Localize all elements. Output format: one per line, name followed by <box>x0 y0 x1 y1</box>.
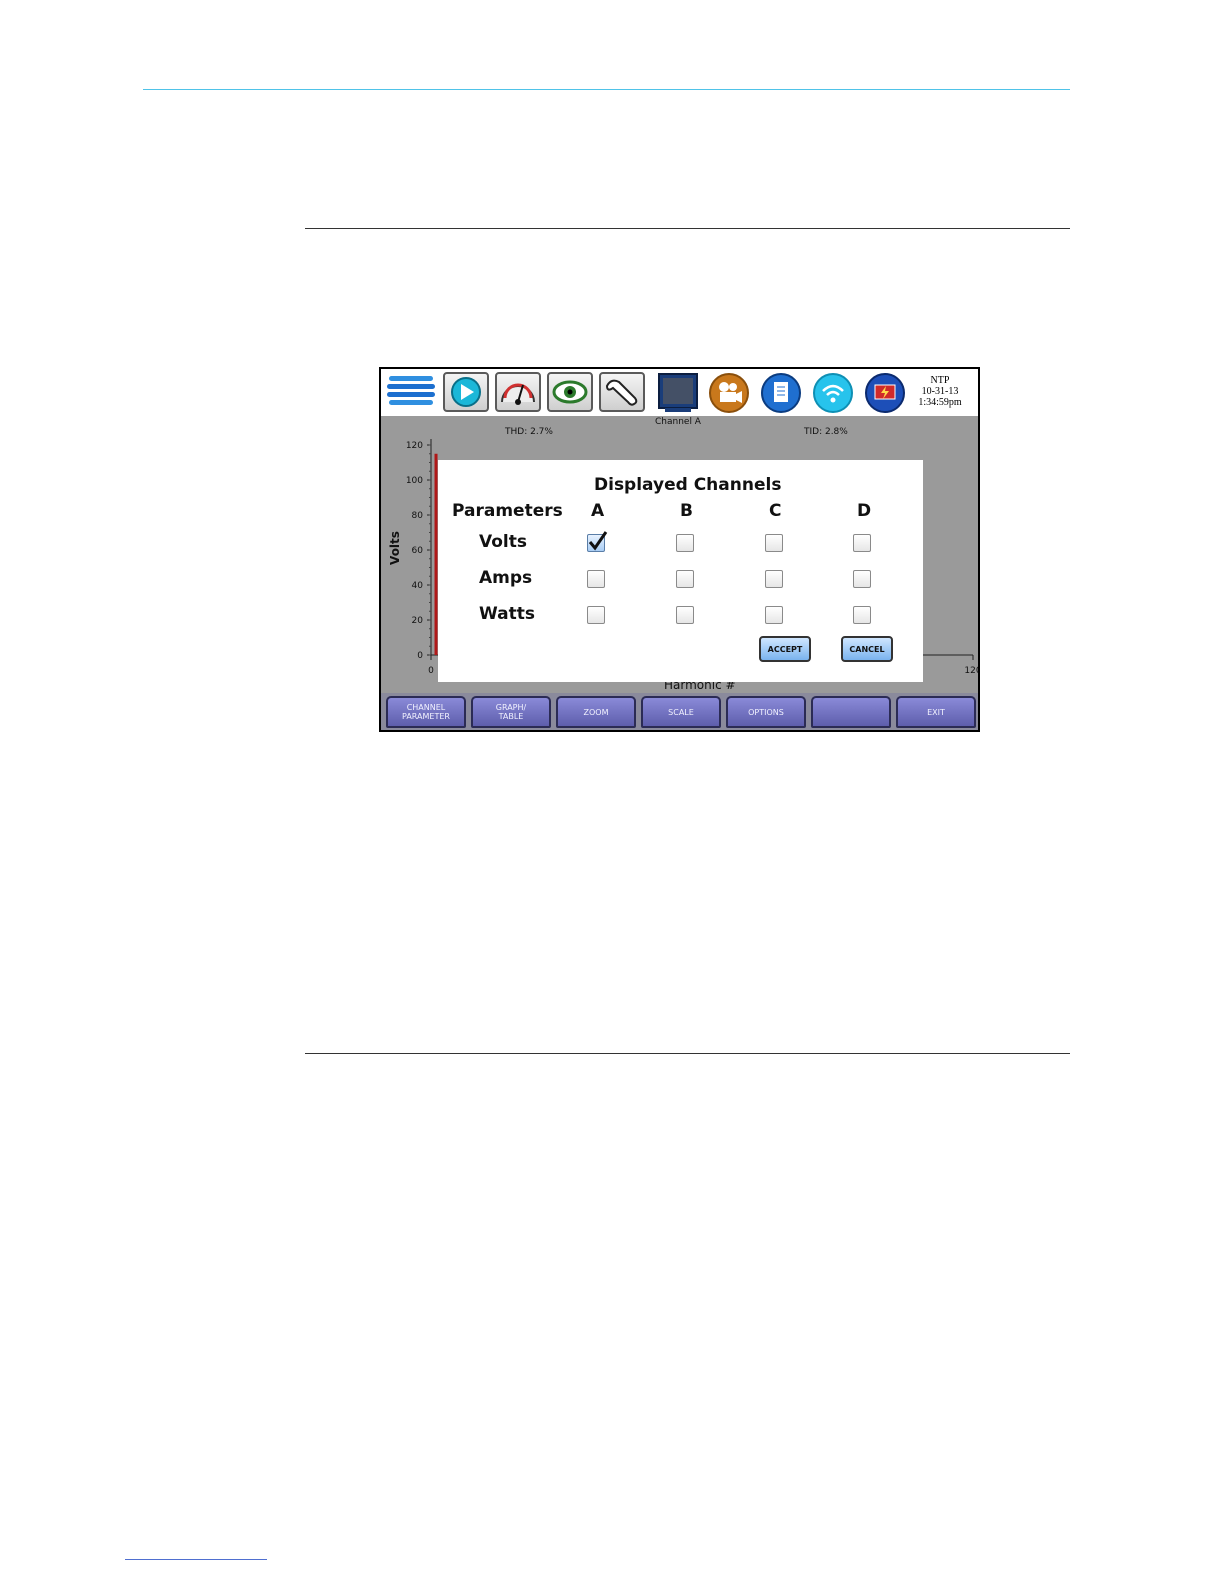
scale-button[interactable]: SCALE <box>641 696 721 728</box>
checkmark-icon <box>588 531 608 551</box>
checkbox-volts-b[interactable] <box>676 534 694 552</box>
softkey-bar: CHANNEL PARAMETER GRAPH/ TABLE ZOOM SCALE OP… <box>381 693 978 730</box>
channel-parameter-button[interactable]: CHANNEL PARAMETER <box>386 696 466 728</box>
exit-button[interactable]: EXIT <box>896 696 976 728</box>
checkbox-amps-a[interactable] <box>587 570 605 588</box>
row-label-amps: Amps <box>479 568 533 588</box>
y-tick-label: 80 <box>412 511 424 521</box>
checkbox-volts-a[interactable] <box>587 531 608 552</box>
options-button[interactable]: OPTIONS <box>726 696 806 728</box>
y-tick-label: 0 <box>417 651 423 661</box>
blank-softkey-button[interactable] <box>811 696 891 728</box>
y-tick-label: 100 <box>406 476 423 486</box>
parameters-header: Parameters <box>452 501 563 521</box>
section-rule-bottom <box>305 1053 1070 1054</box>
column-header-c: C <box>769 501 782 521</box>
accept-button[interactable]: ACCEPT <box>759 636 811 662</box>
checkbox-watts-c[interactable] <box>765 606 783 624</box>
y-tick-label: 120 <box>406 441 423 451</box>
header-rule <box>143 89 1070 90</box>
x-tick-label: 0 <box>428 666 434 676</box>
checkbox-watts-d[interactable] <box>853 606 871 624</box>
y-tick-label: 40 <box>412 581 424 591</box>
row-label-volts: Volts <box>479 532 527 552</box>
graph-table-button[interactable]: GRAPH/ TABLE <box>471 696 551 728</box>
displayed-channels-dialog: Displayed Channels Parameters A B C D Volts… <box>438 460 923 682</box>
y-tick-label: 20 <box>412 616 424 626</box>
column-header-a: A <box>591 501 605 521</box>
checkbox-amps-b[interactable] <box>676 570 694 588</box>
checkbox-volts-d[interactable] <box>853 534 871 552</box>
cancel-button[interactable]: CANCEL <box>841 636 893 662</box>
device-screen: NTP 10-31-13 1:34:59pm Channel A THD: 2.… <box>379 367 980 732</box>
column-header-b: B <box>680 501 693 521</box>
y-axis-label: Volts <box>387 531 402 565</box>
dialog-title: Displayed Channels <box>594 475 782 495</box>
checkbox-amps-d[interactable] <box>853 570 871 588</box>
section-rule-top <box>305 228 1070 229</box>
column-header-d: D <box>857 501 872 521</box>
row-label-watts: Watts <box>479 604 535 624</box>
x-tick-label: 120 <box>964 666 978 676</box>
checkbox-amps-c[interactable] <box>765 570 783 588</box>
footer-rule <box>125 1559 267 1560</box>
y-tick-label: 60 <box>412 546 424 556</box>
zoom-button[interactable]: ZOOM <box>556 696 636 728</box>
checkbox-watts-a[interactable] <box>587 606 605 624</box>
checkbox-watts-b[interactable] <box>676 606 694 624</box>
checkbox-volts-c[interactable] <box>765 534 783 552</box>
